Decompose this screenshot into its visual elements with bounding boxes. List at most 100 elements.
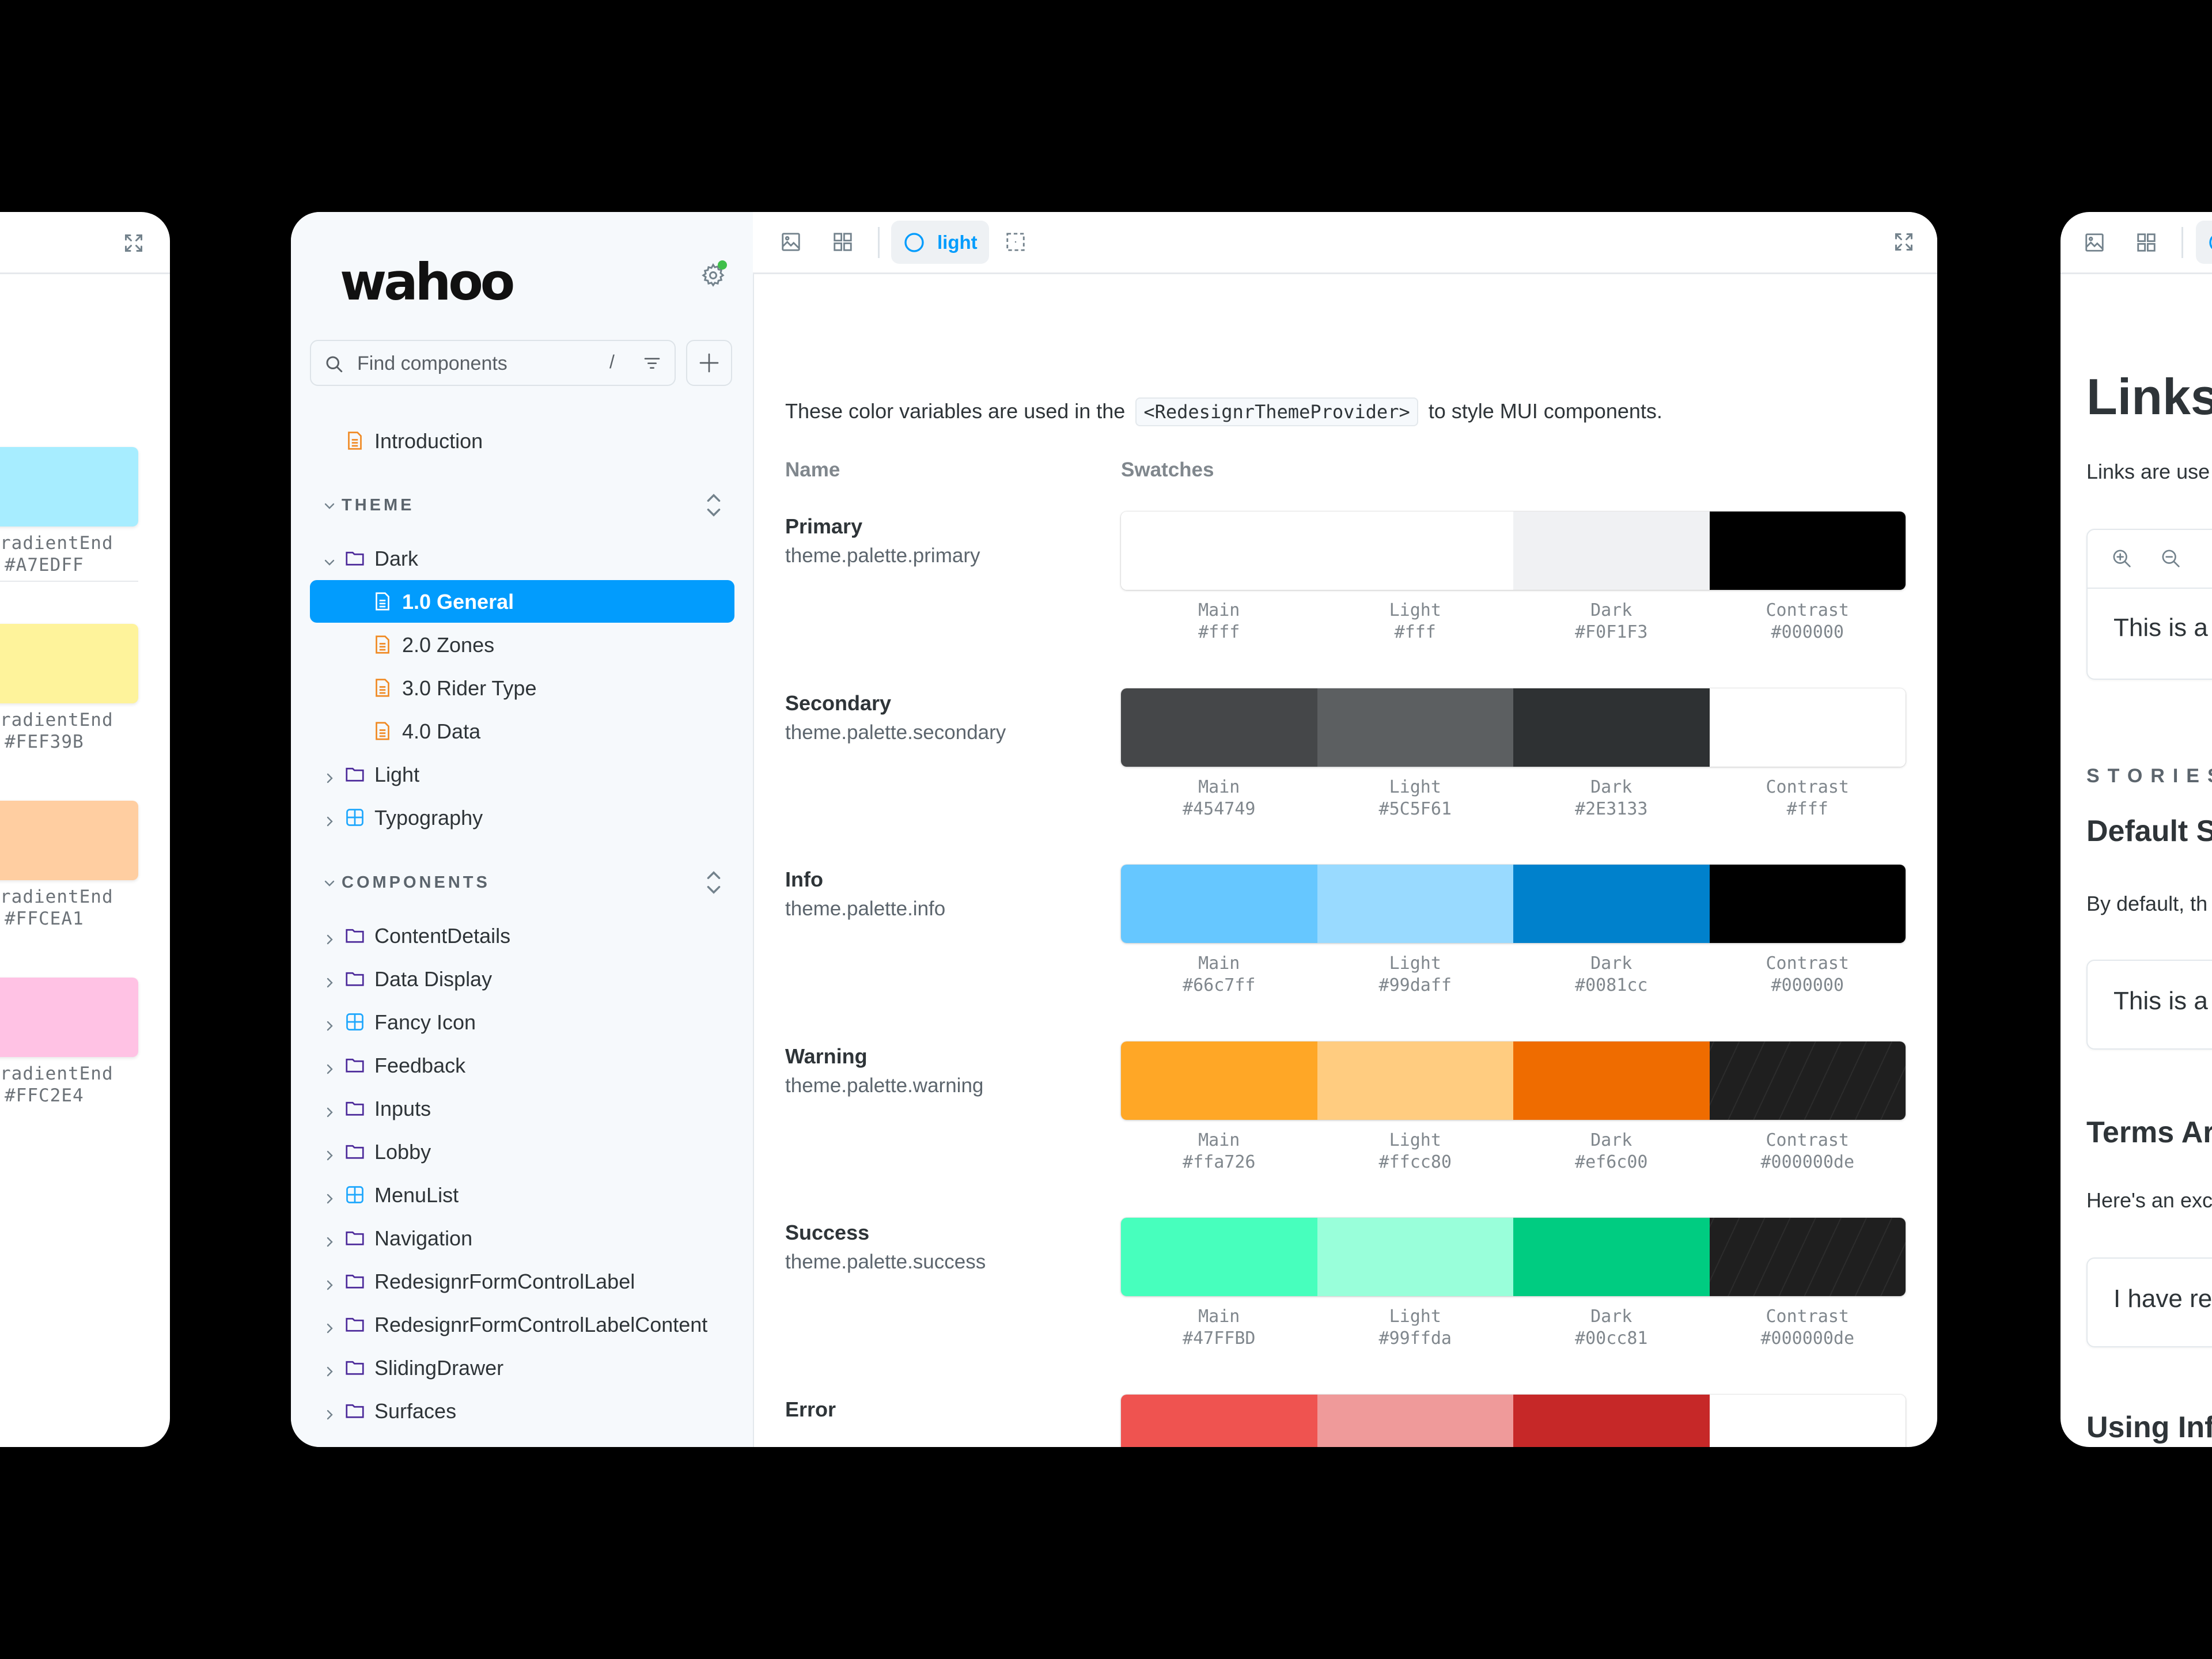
- folder-icon: [344, 1098, 365, 1119]
- chevron-right-icon[interactable]: [323, 1144, 336, 1161]
- palette-row-info: Info theme.palette.info Main #66c7ff Light #9…: [785, 865, 1908, 1040]
- fullscreen-icon[interactable]: [123, 233, 144, 256]
- swatch-hex: #99daff: [1378, 975, 1452, 995]
- section-components[interactable]: COMPONENTS: [310, 866, 734, 900]
- sidebar-item-2-0-zones[interactable]: 2.0 Zones: [310, 623, 734, 666]
- sidebar-item-redesignrformcontrollabel[interactable]: RedesignrFormControlLabel: [310, 1260, 734, 1302]
- add-story-button[interactable]: [686, 340, 732, 386]
- gradient-swatch-caption: radientEnd #FEF39B: [0, 709, 113, 753]
- search-field[interactable]: /: [310, 340, 676, 386]
- sidebar-item-truncated[interactable]: [310, 1433, 734, 1447]
- swatch-caption: Contrast #fff: [1710, 777, 1906, 820]
- swatch-hex: #0081cc: [1575, 975, 1648, 995]
- intro-code: <RedesignrThemeProvider>: [1135, 397, 1418, 426]
- sidebar-item-dark[interactable]: Dark: [310, 537, 734, 579]
- sidebar-item-navigation[interactable]: Navigation: [310, 1217, 734, 1259]
- grid-icon[interactable]: [2135, 232, 2157, 256]
- chevron-right-icon[interactable]: [323, 767, 336, 783]
- sidebar: wahoo / Introduction THEME: [291, 212, 754, 1447]
- sidebar-item-feedback[interactable]: Feedback: [310, 1044, 734, 1086]
- wahoo-logo[interactable]: wahoo: [340, 252, 515, 312]
- swatch-contrast: [1709, 1218, 1906, 1296]
- preview-toolbar: [2088, 530, 2212, 589]
- chevron-right-icon[interactable]: [323, 971, 336, 988]
- sidebar-item-surfaces[interactable]: Surfaces: [310, 1389, 734, 1432]
- sidebar-item-label: MenuList: [374, 1183, 459, 1207]
- theme-toggle-button[interactable]: light: [891, 221, 989, 264]
- sidebar-item-slidingdrawer[interactable]: SlidingDrawer: [310, 1346, 734, 1389]
- chevron-right-icon[interactable]: [323, 1403, 336, 1420]
- chevron-right-icon[interactable]: [323, 1230, 336, 1247]
- intro-text-before: These color variables are used in the: [785, 399, 1126, 423]
- chevron-right-icon[interactable]: [323, 1446, 336, 1447]
- sidebar-item-4-0-data[interactable]: 4.0 Data: [310, 710, 734, 752]
- palette-path: theme.palette.warning: [785, 1074, 984, 1097]
- zoom-out-icon[interactable]: [2160, 547, 2183, 573]
- chevron-right-icon[interactable]: [323, 810, 336, 827]
- sidebar-item-3-0-rider-type[interactable]: 3.0 Rider Type: [310, 666, 734, 709]
- sidebar-item-light[interactable]: Light: [310, 753, 734, 796]
- filter-icon[interactable]: [642, 355, 662, 376]
- swatch-caption: Dark #2E3133: [1513, 777, 1710, 820]
- zoom-in-icon[interactable]: [2111, 547, 2134, 573]
- swatch-hex: #FFC2E4: [5, 1085, 84, 1106]
- document-icon: [344, 430, 365, 451]
- sidebar-item-introduction[interactable]: Introduction: [310, 419, 734, 462]
- expand-collapse-icon[interactable]: [704, 869, 723, 899]
- swatch-hex: #000000: [1771, 622, 1844, 642]
- sidebar-item-1-0-general[interactable]: 1.0 General: [310, 580, 734, 623]
- sidebar-item-label: Fancy Icon: [374, 1010, 476, 1034]
- swatch-label: radientEnd: [0, 533, 113, 554]
- swatch-caption: Main #454749: [1121, 777, 1317, 820]
- swatch-hex: #ffcc80: [1378, 1152, 1452, 1172]
- palette-row-warning: Warning theme.palette.warning Main #ffa726 L…: [785, 1041, 1908, 1217]
- swatch-captions: Main #47FFBD Light #99ffda Dark #00cc81 Contra…: [1121, 1306, 1906, 1350]
- chevron-right-icon[interactable]: [323, 1014, 336, 1031]
- chevron-right-icon[interactable]: [323, 928, 336, 945]
- chevron-right-icon[interactable]: [323, 1058, 336, 1074]
- swatch-main: [1121, 1041, 1317, 1120]
- sidebar-item-inputs[interactable]: Inputs: [310, 1087, 734, 1130]
- swatch-hex: #2E3133: [1575, 798, 1648, 819]
- chevron-down-icon[interactable]: [323, 551, 336, 566]
- search-input[interactable]: [356, 349, 583, 378]
- background-image-button[interactable]: [776, 227, 806, 257]
- swatch-dark: [1513, 688, 1710, 767]
- sidebar-item-label: Navigation: [374, 1226, 473, 1250]
- grid-button[interactable]: [828, 227, 858, 257]
- theme-toggle-button[interactable]: [2196, 221, 2212, 264]
- chevron-right-icon[interactable]: [323, 1360, 336, 1377]
- sidebar-item-redesignrformcontrollabelcontent[interactable]: RedesignrFormControlLabelContent: [310, 1303, 734, 1346]
- outline-button[interactable]: [1001, 227, 1031, 257]
- swatch-captions: Main #454749 Light #5C5F61 Dark #2E3133 Contra…: [1121, 777, 1906, 820]
- swatch-light: [1317, 512, 1513, 590]
- sidebar-item-menulist[interactable]: MenuList: [310, 1173, 734, 1216]
- swatch-hex: #66c7ff: [1183, 975, 1256, 995]
- grid-icon: [834, 233, 852, 251]
- section-theme[interactable]: THEME: [310, 488, 734, 523]
- sidebar-item-data-display[interactable]: Data Display: [310, 957, 734, 1000]
- swatch-hex: #5C5F61: [1378, 798, 1452, 819]
- chevron-right-icon[interactable]: [323, 1101, 336, 1118]
- swatch-label: Dark: [1590, 1130, 1633, 1150]
- sidebar-item-typography[interactable]: Typography: [310, 796, 734, 839]
- page-title: Links: [2086, 368, 2212, 425]
- sidebar-item-lobby[interactable]: Lobby: [310, 1130, 734, 1173]
- swatch-light: [1317, 865, 1513, 943]
- sidebar-item-fancy-icon[interactable]: Fancy Icon: [310, 1001, 734, 1043]
- expand-collapse-icon[interactable]: [704, 492, 723, 521]
- swatch-bar: [1121, 1041, 1906, 1120]
- sidebar-item-contentdetails[interactable]: ContentDetails: [310, 914, 734, 957]
- folder-icon: [344, 1228, 365, 1248]
- settings-button[interactable]: [700, 260, 727, 288]
- sidebar-item-label: 3.0 Rider Type: [402, 676, 537, 700]
- chevron-right-icon[interactable]: [323, 1274, 336, 1290]
- swatch-main: [1121, 512, 1317, 590]
- image-icon[interactable]: [2084, 232, 2105, 256]
- chevron-right-icon[interactable]: [323, 1187, 336, 1204]
- chevron-right-icon[interactable]: [323, 1317, 336, 1334]
- swatch-dark: [1513, 865, 1710, 943]
- swatch-caption: Main #66c7ff: [1121, 953, 1317, 997]
- component-icon: [344, 1012, 365, 1032]
- fullscreen-icon[interactable]: [1893, 232, 1914, 255]
